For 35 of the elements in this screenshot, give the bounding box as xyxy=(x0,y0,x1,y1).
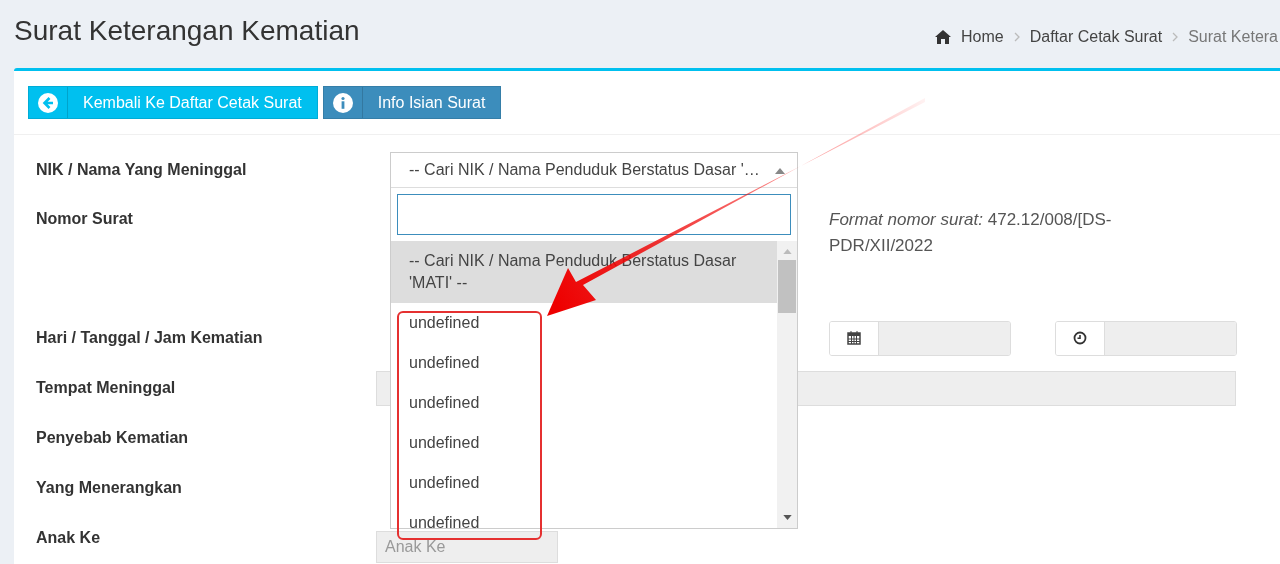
chevron-right-icon xyxy=(1013,32,1020,42)
caret-up-icon xyxy=(775,168,785,174)
breadcrumb-link[interactable]: Home xyxy=(961,28,1004,46)
info-icon xyxy=(332,92,353,113)
dropdown-option[interactable]: -- Cari NIK / Nama Penduduk Berstatus Dasar 'MATI' -- xyxy=(391,241,777,303)
field-label: Nomor Surat xyxy=(36,210,133,228)
dropdown-option[interactable]: undefined xyxy=(391,303,777,343)
dropdown-option[interactable]: undefined xyxy=(391,383,777,423)
dropdown-option[interactable]: undefined xyxy=(391,343,777,383)
input-field[interactable]: Anak Ke xyxy=(376,531,558,563)
field-label: Anak Ke xyxy=(36,529,101,547)
chevron-right-icon xyxy=(1172,32,1179,42)
scrollbar[interactable] xyxy=(777,241,797,528)
dropdown-option[interactable]: undefined xyxy=(391,463,777,503)
field-label: NIK / Nama Yang Meninggal xyxy=(36,161,247,179)
scroll-up-icon[interactable] xyxy=(782,249,792,254)
search-field[interactable] xyxy=(397,194,791,235)
breadcrumb-link[interactable]: Daftar Cetak Surat xyxy=(1029,28,1163,46)
calendar-icon xyxy=(847,331,861,345)
page-title: Surat Keterangan Kematian xyxy=(14,15,360,47)
info-button[interactable]: Info Isian Surat xyxy=(322,86,502,119)
date-field[interactable] xyxy=(829,320,1011,356)
format-hint: Format nomor surat: 472.12/008/[DS-PDR/XII/2022 xyxy=(829,209,1113,257)
home-icon xyxy=(935,30,951,44)
field-label: Hari / Tanggal / Jam Kematian xyxy=(36,329,263,347)
field-label: Tempat Meninggal xyxy=(36,379,176,397)
scroll-down-icon[interactable] xyxy=(782,515,792,520)
dropdown-option[interactable]: undefined xyxy=(391,423,777,463)
time-field[interactable] xyxy=(1055,320,1237,356)
select-field[interactable]: -- Cari NIK / Nama Penduduk Berstatus Dasar '… xyxy=(391,153,797,188)
field-label: Penyebab Kematian xyxy=(36,429,189,447)
dropdown-option[interactable]: undefined xyxy=(391,503,777,528)
scrollbar-thumb[interactable] xyxy=(778,260,796,313)
field-label: Yang Menerangkan xyxy=(36,479,182,497)
clock-icon xyxy=(1073,331,1087,345)
